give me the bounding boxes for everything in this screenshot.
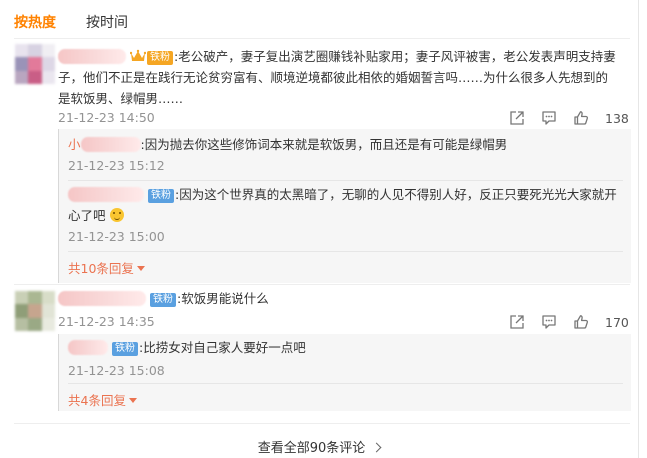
username[interactable] xyxy=(58,49,126,64)
reply-time: 21-12-23 15:08 xyxy=(68,363,165,378)
comment-time: 21-12-23 14:50 xyxy=(58,110,155,125)
comment-actions: 170 xyxy=(509,314,629,330)
username[interactable] xyxy=(68,187,144,202)
reply-body: 小 :因为抛去你这些修饰词本来就是软饭男，而且还是有可能是绿帽男 xyxy=(68,134,623,155)
like-count: 138 xyxy=(605,110,629,126)
view-all-comments-link[interactable]: 查看全部90条评论 xyxy=(0,437,638,456)
reply-time: 21-12-23 15:00 xyxy=(68,229,165,244)
username-blur xyxy=(80,137,141,152)
comment-time: 21-12-23 14:35 xyxy=(58,314,155,329)
reply-time: 21-12-23 15:12 xyxy=(68,158,165,173)
like-count: 170 xyxy=(605,314,629,330)
like-icon[interactable] xyxy=(573,110,589,126)
divider xyxy=(14,38,630,39)
avatar[interactable] xyxy=(15,44,55,84)
comment-icon[interactable] xyxy=(541,314,557,330)
username[interactable] xyxy=(58,291,146,306)
divider xyxy=(14,423,630,424)
caret-down-icon xyxy=(136,266,145,271)
comment-actions: 138 xyxy=(509,110,629,126)
reply-body: 铁粉:因为这个世界真的太黑暗了，无聊的人见不得别人好，反正只要死光光大家就开心了… xyxy=(68,184,623,226)
comment-body: 铁粉:老公破产，妻子复出演艺圈赚钱补贴家用；妻子风评被害，老公发表声明支持妻子，… xyxy=(58,46,618,109)
avatar[interactable] xyxy=(15,291,55,331)
fan-badge: 铁粉 xyxy=(147,189,174,203)
tab-by-heat[interactable]: 按热度 xyxy=(14,12,56,32)
divider xyxy=(68,383,623,384)
right-divider xyxy=(638,0,639,458)
divider xyxy=(14,284,630,285)
more-replies-label: 共10条回复 xyxy=(68,261,134,276)
fan-badge: 铁粉 xyxy=(146,51,173,65)
username[interactable]: 小 xyxy=(68,137,81,152)
share-icon[interactable] xyxy=(509,110,525,126)
reply-text: :因为抛去你这些修饰词本来就是软饭男，而且还是有可能是绿帽男 xyxy=(140,137,508,152)
reply-body: 铁粉:比捞女对自己家人要好一点吧 xyxy=(68,337,623,358)
comment-text: :软饭男能说什么 xyxy=(176,291,269,306)
view-all-label: 查看全部90条评论 xyxy=(257,441,366,456)
crown-icon xyxy=(129,49,146,61)
fan-badge: 铁粉 xyxy=(149,293,176,307)
comment-body: 铁粉:软饭男能说什么 xyxy=(58,288,618,309)
divider xyxy=(68,180,623,181)
reply-text: :比捞女对自己家人要好一点吧 xyxy=(138,340,306,355)
more-replies-link[interactable]: 共4条回复 xyxy=(68,390,137,409)
username[interactable] xyxy=(68,340,108,355)
chevron-right-icon xyxy=(371,442,382,453)
share-icon[interactable] xyxy=(509,314,525,330)
smile-emoji xyxy=(109,208,124,222)
more-replies-label: 共4条回复 xyxy=(68,393,126,408)
like-icon[interactable] xyxy=(573,314,589,330)
divider xyxy=(68,251,623,252)
more-replies-link[interactable]: 共10条回复 xyxy=(68,258,145,277)
tab-by-time[interactable]: 按时间 xyxy=(86,12,128,32)
sort-tabs: 按热度 按时间 xyxy=(14,10,128,34)
comment-icon[interactable] xyxy=(541,110,557,126)
caret-down-icon xyxy=(128,398,137,403)
fan-badge: 铁粉 xyxy=(111,342,138,356)
